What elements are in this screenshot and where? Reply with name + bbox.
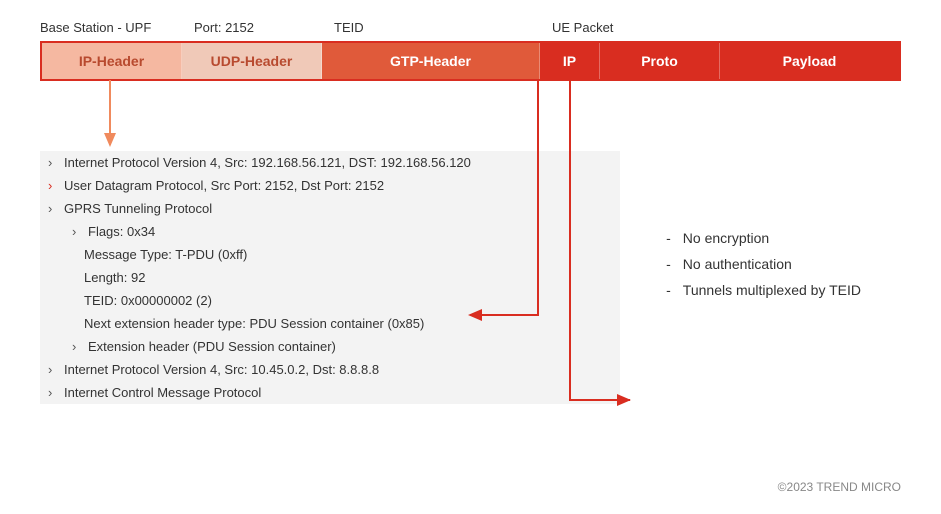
segment-proto: Proto — [600, 43, 720, 79]
dissect-text: TEID: 0x00000002 (2) — [84, 293, 212, 308]
dissect-gtp: › GPRS Tunneling Protocol — [40, 197, 620, 220]
notes-list: No encryption No authentication Tunnels … — [666, 230, 861, 308]
note-item: No authentication — [666, 256, 861, 272]
label-port: Port: 2152 — [180, 20, 320, 35]
segment-payload: Payload — [720, 43, 899, 79]
dissect-next-ext: Next extension header type: PDU Session … — [40, 312, 620, 335]
dissect-icmp: › Internet Control Message Protocol — [40, 381, 620, 404]
dissect-text: Message Type: T-PDU (0xff) — [84, 247, 247, 262]
dissect-ipv4-outer: › Internet Protocol Version 4, Src: 192.1… — [40, 151, 620, 174]
packet-dissection: › Internet Protocol Version 4, Src: 192.1… — [40, 151, 620, 404]
dissect-teid: TEID: 0x00000002 (2) — [40, 289, 620, 312]
chevron-icon: › — [48, 201, 58, 216]
label-teid: TEID — [320, 20, 538, 35]
dissect-flags: › Flags: 0x34 — [40, 220, 620, 243]
label-ue-packet: UE Packet — [538, 20, 613, 35]
dissect-text: Flags: 0x34 — [88, 224, 155, 239]
segment-ip-header-outer: IP-Header — [42, 43, 182, 79]
label-base-upf: Base Station - UPF — [40, 20, 180, 35]
dissect-text: Extension header (PDU Session container) — [88, 339, 336, 354]
header-labels-row: Base Station - UPF Port: 2152 TEID UE Pa… — [40, 20, 901, 35]
segment-ip-inner: IP — [540, 43, 600, 79]
dissect-text: Next extension header type: PDU Session … — [84, 316, 424, 331]
dissect-text: User Datagram Protocol, Src Port: 2152, … — [64, 178, 384, 193]
chevron-icon: › — [48, 362, 58, 377]
copyright-footer: ©2023 TREND MICRO — [778, 480, 901, 494]
dissect-length: Length: 92 — [40, 266, 620, 289]
dissect-text: Internet Control Message Protocol — [64, 385, 261, 400]
dissect-msg-type: Message Type: T-PDU (0xff) — [40, 243, 620, 266]
dissect-text: Internet Protocol Version 4, Src: 192.16… — [64, 155, 471, 170]
chevron-icon: › — [48, 155, 58, 170]
note-item: Tunnels multiplexed by TEID — [666, 282, 861, 298]
dissect-udp: › User Datagram Protocol, Src Port: 2152,… — [40, 174, 620, 197]
dissect-text: Internet Protocol Version 4, Src: 10.45.… — [64, 362, 379, 377]
chevron-icon: › — [72, 224, 82, 239]
note-item: No encryption — [666, 230, 861, 246]
segment-udp-header: UDP-Header — [182, 43, 322, 79]
chevron-icon: › — [72, 339, 82, 354]
dissect-text: Length: 92 — [84, 270, 145, 285]
dissect-ext-hdr: › Extension header (PDU Session container… — [40, 335, 620, 358]
packet-structure: IP-Header UDP-Header GTP-Header IP Proto… — [40, 41, 901, 81]
segment-gtp-header: GTP-Header — [322, 43, 540, 79]
dissect-text: GPRS Tunneling Protocol — [64, 201, 212, 216]
chevron-icon: › — [48, 385, 58, 400]
dissect-ipv4-inner: › Internet Protocol Version 4, Src: 10.45… — [40, 358, 620, 381]
chevron-icon: › — [48, 178, 58, 193]
